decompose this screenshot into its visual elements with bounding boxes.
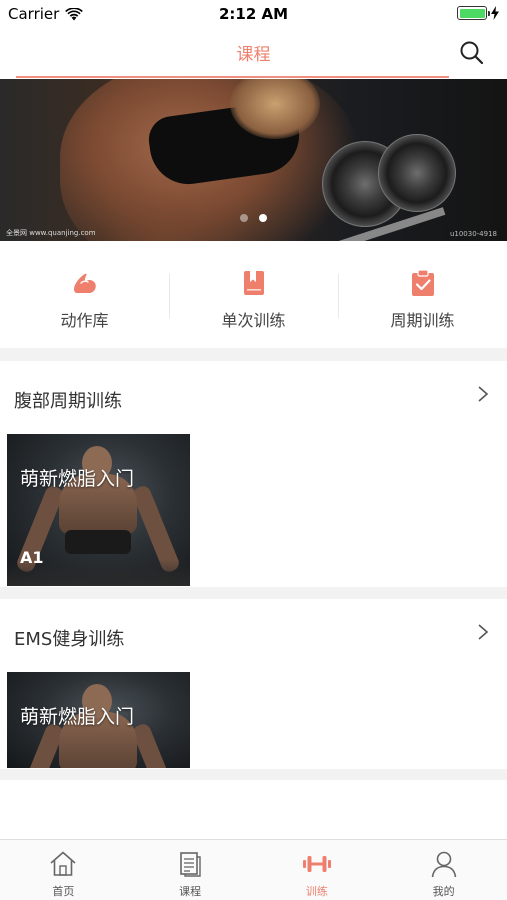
quick-menu: 动作库 单次训练 周期训练 <box>0 241 507 347</box>
charging-bolt-icon <box>491 6 499 20</box>
bookmark-book-icon <box>243 271 264 295</box>
clipboard-check-icon <box>411 269 434 296</box>
dumbbell-plate <box>378 134 456 212</box>
home-icon <box>50 851 76 876</box>
course-card[interactable]: 萌新燃脂入门 A1 <box>7 434 190 586</box>
tab-bar: 首页 课程 训练 我的 <box>0 839 507 900</box>
tab-training[interactable]: 训练 <box>254 840 381 900</box>
quick-item-label: 周期训练 <box>390 311 455 330</box>
card-figure-shorts <box>65 530 131 554</box>
muscle-arm-icon <box>73 273 96 293</box>
course-card[interactable]: 萌新燃脂入门 <box>7 672 190 768</box>
card-figure-arm <box>130 721 182 768</box>
banner-pager[interactable] <box>0 214 507 222</box>
pager-dot-active[interactable] <box>259 214 267 222</box>
banner-code: u10030-4918 <box>449 230 497 238</box>
section-divider <box>0 587 507 599</box>
tab-label: 首页 <box>52 885 75 898</box>
quick-item-single-training[interactable]: 单次训练 <box>169 241 338 347</box>
pager-dot[interactable] <box>240 214 248 222</box>
chevron-right-icon <box>478 624 489 640</box>
nav-bar: 课程 <box>0 28 507 78</box>
tab-label: 训练 <box>305 885 328 898</box>
document-icon <box>180 852 201 877</box>
chevron-right-icon <box>478 386 489 402</box>
title-underline <box>16 76 449 78</box>
quick-item-label: 动作库 <box>60 311 109 330</box>
tab-label: 我的 <box>432 885 455 898</box>
card-title: 萌新燃脂入门 <box>20 706 135 728</box>
tab-label: 课程 <box>179 885 202 898</box>
status-bar: Carrier 2:12 AM <box>0 0 507 28</box>
section-title: EMS健身训练 <box>14 629 125 650</box>
search-icon[interactable] <box>457 38 487 68</box>
tab-courses[interactable]: 课程 <box>127 840 254 900</box>
battery-fill <box>459 8 485 18</box>
tab-profile[interactable]: 我的 <box>380 840 507 900</box>
banner-caption: 全景网 www.quanjing.com <box>6 229 96 237</box>
battery-icon <box>457 6 490 20</box>
page-title: 课程 <box>236 45 271 65</box>
section-header-ems[interactable]: EMS健身训练 <box>0 599 507 669</box>
tab-home[interactable]: 首页 <box>0 840 127 900</box>
card-title: 萌新燃脂入门 <box>20 468 135 490</box>
quick-item-cycle-training[interactable]: 周期训练 <box>338 241 507 347</box>
section-header-abs-cycle[interactable]: 腹部周期训练 <box>0 361 507 431</box>
section-title: 腹部周期训练 <box>14 391 122 412</box>
section-divider <box>0 348 507 361</box>
battery-tip <box>488 11 490 16</box>
profile-icon <box>431 851 456 878</box>
status-right <box>457 6 499 20</box>
quick-item-action-library[interactable]: 动作库 <box>0 241 169 347</box>
quick-item-label: 单次训练 <box>221 311 286 330</box>
dumbbell-icon <box>302 856 331 872</box>
status-time: 2:12 AM <box>218 5 289 23</box>
card-level-badge: A1 <box>20 548 44 567</box>
section-divider <box>0 769 507 780</box>
